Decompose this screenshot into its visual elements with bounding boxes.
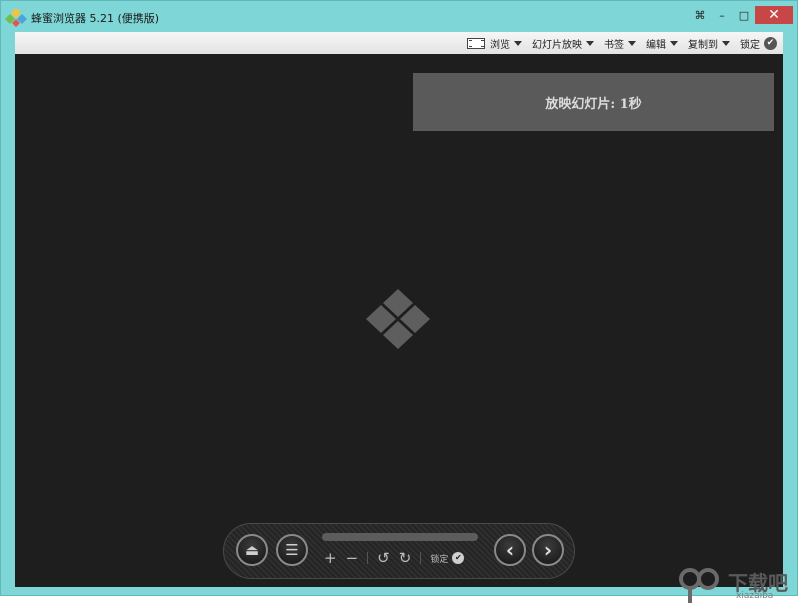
zoom-in-icon[interactable]: + <box>324 549 337 567</box>
menu-bookmarks-label: 书签 <box>604 39 624 51</box>
app-window: 蜂蜜浏览器 5.21 (便携版) ⌘ – □ ✕ 浏览 幻灯片放映 书签 编辑 … <box>0 0 798 596</box>
slideshow-status-text: 放映幻灯片: 1秒 <box>545 96 642 112</box>
menu-slideshow[interactable]: 幻灯片放映 <box>532 36 594 51</box>
menu-lock-label: 锁定 <box>740 39 760 51</box>
menu-slideshow-label: 幻灯片放映 <box>532 39 582 51</box>
menu-copy-to-label: 复制到 <box>688 39 718 51</box>
minimize-button[interactable]: – <box>711 6 733 24</box>
zoom-out-icon[interactable]: − <box>346 549 359 567</box>
check-circle-icon: ✔ <box>764 36 777 50</box>
dropdown-arrow-icon <box>722 40 730 46</box>
menu-edit[interactable]: 编辑 <box>646 36 678 51</box>
divider <box>420 552 422 564</box>
progress-slider[interactable] <box>322 533 478 541</box>
rotate-left-icon[interactable]: ↺ <box>377 549 390 567</box>
menu-browse-label: 浏览 <box>490 39 510 51</box>
image-viewer[interactable]: 放映幻灯片: 1秒 ⏏ ☰ + − ↺ ↻ 锁定 ✔ ‹ › <box>15 54 783 587</box>
slideshow-status-panel: 放映幻灯片: 1秒 <box>413 73 774 131</box>
watermark-subtext: xiazaiba <box>736 591 774 601</box>
maximize-button[interactable]: □ <box>733 6 755 24</box>
watermark-logo-icon <box>679 568 719 603</box>
rotate-right-icon[interactable]: ↻ <box>399 549 412 567</box>
dropdown-arrow-icon <box>628 40 636 46</box>
menu-bar: 浏览 幻灯片放映 书签 编辑 复制到 锁定 ✔ <box>15 32 783 54</box>
divider <box>367 552 369 564</box>
eject-button[interactable]: ⏏ <box>236 534 268 566</box>
dropdown-arrow-icon <box>586 40 594 46</box>
menu-browse[interactable]: 浏览 <box>467 36 522 51</box>
dropdown-arrow-icon <box>670 40 678 46</box>
app-logo-icon <box>5 8 27 27</box>
menu-edit-label: 编辑 <box>646 39 666 51</box>
chevron-left-icon: ‹ <box>505 538 515 562</box>
window-controls: ⌘ – □ ✕ <box>689 6 793 26</box>
menu-button[interactable]: ☰ <box>276 534 308 566</box>
playback-control-bar: ⏏ ☰ + − ↺ ↻ 锁定 ✔ ‹ › <box>223 523 575 579</box>
previous-button[interactable]: ‹ <box>494 534 526 566</box>
close-button[interactable]: ✕ <box>755 6 793 24</box>
next-button[interactable]: › <box>532 534 564 566</box>
menu-lock[interactable]: 锁定 ✔ <box>740 36 777 51</box>
app-logo-placeholder-icon <box>366 289 430 349</box>
chevron-right-icon: › <box>543 538 553 562</box>
eject-icon: ⏏ <box>244 541 260 559</box>
image-tools: + − ↺ ↻ 锁定 ✔ <box>324 549 482 567</box>
film-icon <box>467 37 485 49</box>
check-circle-icon[interactable]: ✔ <box>452 552 465 564</box>
fullscreen-button[interactable]: ⌘ <box>689 6 711 24</box>
watermark: 下载吧 xiazaiba <box>676 561 800 605</box>
window-title: 蜂蜜浏览器 5.21 (便携版) <box>31 12 160 25</box>
lock-label[interactable]: 锁定 <box>430 552 448 565</box>
menu-bookmarks[interactable]: 书签 <box>604 36 636 51</box>
menu-copy-to[interactable]: 复制到 <box>688 36 730 51</box>
dropdown-arrow-icon <box>514 40 522 46</box>
menu-icon: ☰ <box>285 541 299 559</box>
title-bar[interactable]: 蜂蜜浏览器 5.21 (便携版) ⌘ – □ ✕ <box>1 1 797 31</box>
